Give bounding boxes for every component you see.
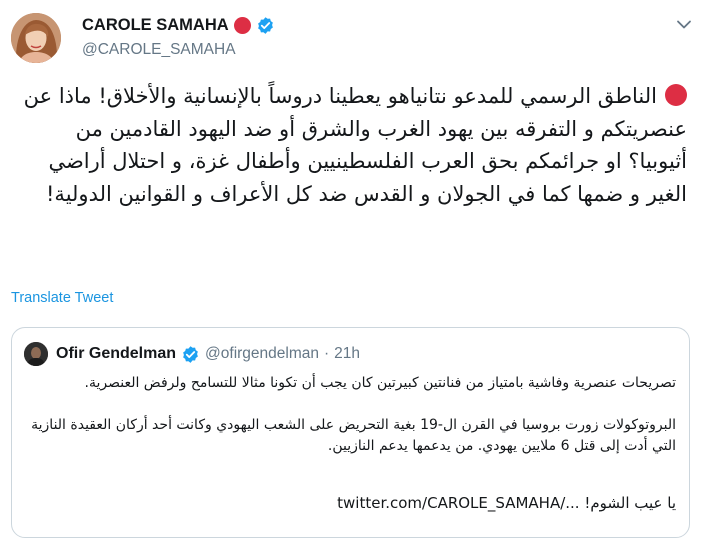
author-avatar[interactable] xyxy=(11,13,61,63)
tweet-body: الناطق الرسمي للمدعو نتانياهو يعطينا درو… xyxy=(16,84,687,206)
author-avatar-image xyxy=(11,13,61,63)
quoted-separator: · xyxy=(324,345,330,362)
quoted-author-avatar[interactable] xyxy=(24,342,48,366)
quoted-paragraph-2: البروتوكولات زورت بروسيا في القرن ال-19 … xyxy=(31,417,676,454)
verified-badge-icon xyxy=(183,345,198,363)
quoted-tweet[interactable]: Ofir Gendelman @ofirgendelman · 21h تصري… xyxy=(11,327,690,538)
red-circle-icon xyxy=(665,84,687,106)
quoted-avatar-image xyxy=(24,342,48,366)
author-name-row: CAROLE SAMAHA xyxy=(82,14,275,36)
quoted-header: Ofir Gendelman @ofirgendelman · 21h xyxy=(56,341,360,367)
quoted-timestamp[interactable]: 21h xyxy=(334,345,360,363)
quoted-last-line: twitter.com/CAROLE_SAMAHA/... يا عيب الش… xyxy=(337,494,676,512)
red-circle-icon xyxy=(233,16,251,34)
quoted-paragraph-1: تصريحات عنصرية وفاشية بامتياز من فنانتين… xyxy=(84,375,677,391)
author-handle[interactable]: @CAROLE_SAMAHA xyxy=(82,41,236,59)
quoted-text: تصريحات عنصرية وفاشية بامتياز من فنانتين… xyxy=(24,373,676,457)
tweet-card: CAROLE SAMAHA @CAROLE_SAMAHA الناطق الرس… xyxy=(0,0,701,539)
translate-tweet-link[interactable]: Translate Tweet xyxy=(11,290,113,306)
author-display-name[interactable]: CAROLE SAMAHA xyxy=(82,16,229,35)
verified-badge-icon xyxy=(257,16,273,34)
quoted-trailing-text: يا عيب الشوم! xyxy=(584,494,676,512)
tweet-text: الناطق الرسمي للمدعو نتانياهو يعطينا درو… xyxy=(15,80,687,210)
quoted-handle[interactable]: @ofirgendelman xyxy=(205,345,319,363)
quoted-display-name[interactable]: Ofir Gendelman xyxy=(56,345,176,363)
chevron-down-icon[interactable] xyxy=(674,14,694,34)
quoted-link[interactable]: twitter.com/CAROLE_SAMAHA/... xyxy=(337,494,579,512)
